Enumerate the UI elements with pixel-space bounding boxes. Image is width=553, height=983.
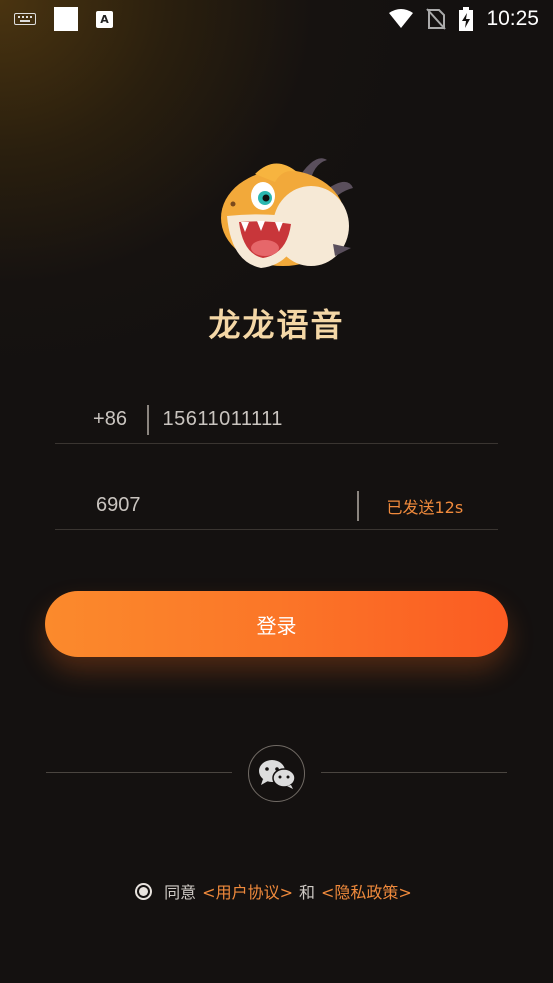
radio-dot bbox=[139, 886, 149, 896]
agreement-radio[interactable] bbox=[135, 882, 153, 900]
send-code-button[interactable]: 已发送12s bbox=[387, 494, 464, 518]
wechat-login-button[interactable] bbox=[248, 745, 305, 802]
phone-row: +86 bbox=[55, 396, 498, 444]
code-input[interactable] bbox=[55, 494, 357, 517]
code-row: 已发送12s bbox=[55, 482, 498, 530]
no-sim-icon bbox=[426, 8, 447, 30]
login-button[interactable]: 登录 bbox=[45, 591, 508, 657]
keyboard-icon bbox=[14, 13, 36, 25]
dragon-mascot-logo bbox=[205, 152, 355, 282]
clock: 10:25 bbox=[486, 7, 539, 30]
divider-right bbox=[321, 772, 507, 773]
status-bar: A 10:25 bbox=[0, 0, 553, 38]
user-agreement-link[interactable]: <用户协议> bbox=[202, 879, 293, 903]
app-name: 龙龙语音 bbox=[208, 306, 345, 344]
notification-square-icon bbox=[54, 7, 78, 31]
wechat-icon bbox=[258, 759, 296, 789]
code-divider bbox=[357, 490, 359, 521]
battery-charging-icon bbox=[459, 7, 474, 31]
divider-left bbox=[46, 772, 232, 773]
country-code[interactable]: +86 bbox=[55, 408, 147, 431]
phone-input[interactable] bbox=[148, 408, 469, 431]
agree-prefix: 同意 bbox=[164, 883, 197, 902]
agree-conjunction: 和 bbox=[299, 883, 316, 902]
privacy-policy-link[interactable]: <隐私政策> bbox=[321, 879, 412, 903]
a-icon: A bbox=[96, 10, 113, 28]
agreement-row: 同意 <用户协议> 和 <隐私政策> bbox=[0, 879, 553, 903]
wifi-icon bbox=[389, 9, 414, 28]
